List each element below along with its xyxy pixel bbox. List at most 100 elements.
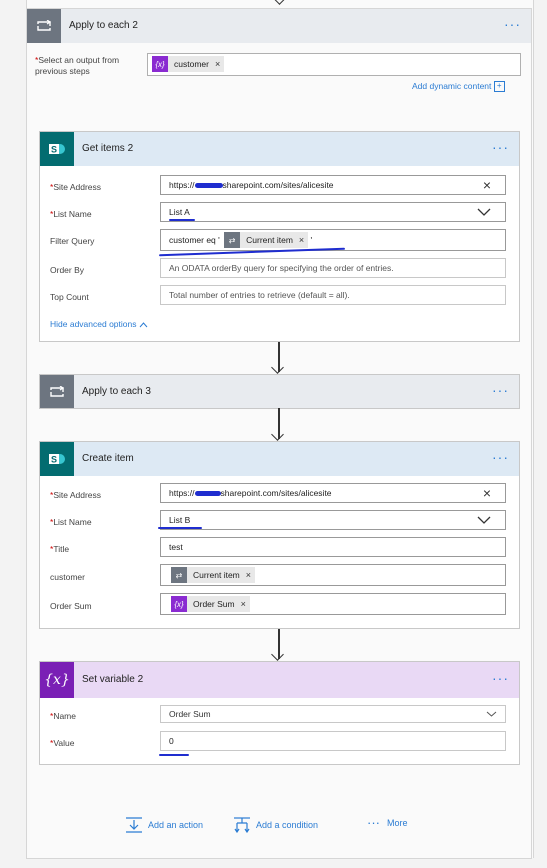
list-name-dropdown[interactable]: List B: [160, 510, 506, 530]
redaction-scribble: [194, 491, 221, 497]
current-item-label: Current item: [193, 570, 240, 580]
loop-icon: [27, 9, 61, 43]
title-label-text: Title: [53, 544, 70, 554]
get-items-2-header[interactable]: S Get items 2 ···: [40, 132, 519, 166]
top-count-label: Top Count: [50, 292, 89, 302]
clear-icon[interactable]: ×: [483, 177, 491, 193]
get-items-2-card: S Get items 2 ··· *Site Address https://…: [39, 131, 520, 342]
name-dropdown[interactable]: Order Sum: [160, 705, 506, 723]
top-count-input[interactable]: Total number of entries to retrieve (def…: [160, 285, 506, 305]
loop-token-icon: ⇄: [171, 567, 187, 583]
add-dynamic-content-link[interactable]: Add dynamic content +: [412, 81, 505, 93]
order-by-input[interactable]: An ODATA orderBy query for specifying th…: [160, 258, 506, 278]
order-sum-input[interactable]: {x} Order Sum ×: [160, 593, 506, 615]
site-suffix: sharepoint.com/sites/alicesite: [222, 180, 334, 190]
set-variable-2-title: Set variable 2: [82, 674, 144, 685]
more-options-icon[interactable]: ···: [492, 671, 509, 685]
loop-icon: [40, 375, 74, 408]
site-prefix: https://: [169, 488, 195, 498]
more-options-icon[interactable]: ···: [492, 140, 509, 154]
customer-label: customer: [50, 572, 85, 582]
add-dynamic-content-label: Add dynamic content: [412, 81, 492, 91]
list-name-label-text: List Name: [53, 517, 92, 527]
create-item-card: S Create item ··· *Site Address https://…: [39, 441, 520, 629]
site-address-label-text: Site Address: [53, 490, 102, 500]
add-an-action-button[interactable]: Add an action: [125, 817, 203, 833]
chevron-down-icon[interactable]: [486, 711, 497, 717]
current-item-token[interactable]: ⇄ Current item ×: [224, 232, 309, 248]
loop-token-icon: ⇄: [224, 232, 241, 248]
get-items-2-title: Get items 2: [82, 143, 134, 154]
apply-to-each-3-card[interactable]: Apply to each 3 ···: [39, 374, 520, 409]
site-address-input[interactable]: https:// sharepoint.com/sites/alicesite ×: [160, 175, 506, 195]
clear-icon[interactable]: ×: [483, 485, 491, 501]
apply-to-each-3-title: Apply to each 3: [82, 386, 151, 397]
annotation-underline: [158, 527, 202, 529]
set-variable-2-header[interactable]: {x} Set variable 2 ···: [40, 662, 519, 698]
list-name-label: *List Name: [50, 517, 92, 527]
title-input[interactable]: test: [160, 537, 506, 557]
more-label: More: [387, 818, 408, 828]
order-by-label: Order By: [50, 265, 85, 275]
create-item-title: Create item: [82, 453, 134, 464]
add-an-action-label: Add an action: [148, 820, 204, 830]
hide-advanced-options-link[interactable]: Hide advanced options: [50, 319, 148, 329]
redaction-scribble: [194, 183, 223, 189]
select-output-label-text: Select an output from previous steps: [35, 55, 120, 76]
customer-input[interactable]: ⇄ Current item ×: [160, 564, 506, 586]
more-options-icon[interactable]: ···: [492, 383, 509, 397]
value-label-text: Value: [53, 738, 75, 748]
plus-box-icon: +: [493, 81, 505, 93]
apply-to-each-2-title: Apply to each 2: [69, 20, 138, 31]
site-address-label: *Site Address: [50, 182, 102, 192]
remove-token-icon[interactable]: ×: [299, 235, 304, 245]
list-name-dropdown[interactable]: List A: [160, 202, 506, 222]
svg-text:S: S: [51, 145, 57, 155]
name-label-text: Name: [53, 711, 76, 721]
more-options-icon[interactable]: ···: [504, 17, 521, 31]
site-address-label: *Site Address: [50, 490, 102, 500]
filter-query-end: ': [310, 235, 313, 245]
add-condition-icon: [234, 817, 250, 833]
site-address-input[interactable]: https:// sharepoint.com/sites/alicesite ×: [160, 483, 506, 503]
more-options-icon[interactable]: ···: [492, 450, 509, 464]
chevron-down-icon[interactable]: [477, 516, 491, 524]
remove-token-icon[interactable]: ×: [246, 570, 251, 580]
annotation-underline: [169, 219, 195, 221]
variable-icon: {x}: [40, 662, 74, 698]
order-sum-token[interactable]: {x} Order Sum ×: [171, 596, 250, 612]
create-item-header[interactable]: S Create item ···: [40, 442, 519, 476]
site-address-label-text: Site Address: [53, 182, 102, 192]
remove-token-icon[interactable]: ×: [215, 59, 220, 69]
current-item-token[interactable]: ⇄ Current item ×: [171, 567, 256, 583]
customer-token[interactable]: {x} customer ×: [152, 56, 225, 72]
value-input[interactable]: 0: [160, 731, 506, 751]
list-name-value: List A: [169, 207, 190, 217]
chevron-down-icon[interactable]: [477, 208, 491, 216]
remove-token-icon[interactable]: ×: [241, 599, 246, 609]
customer-token-label: customer: [174, 59, 209, 69]
name-value: Order Sum: [169, 709, 211, 719]
apply-to-each-2-header[interactable]: Apply to each 2 ···: [27, 9, 531, 43]
list-name-label: *List Name: [50, 209, 92, 219]
more-button[interactable]: ··· More: [367, 815, 408, 830]
connector-arrow-1: [278, 342, 280, 372]
svg-text:S: S: [51, 455, 57, 465]
site-suffix: sharepoint.com/sites/alicesite: [220, 488, 332, 498]
list-name-label-text: List Name: [53, 209, 92, 219]
order-sum-label: Order Sum: [50, 601, 92, 611]
set-variable-2-card: {x} Set variable 2 ··· *Name Order Sum *…: [39, 661, 520, 765]
select-output-input[interactable]: {x} customer ×: [147, 53, 521, 76]
site-prefix: https://: [169, 180, 195, 190]
connector-arrow-2: [278, 408, 280, 439]
title-label: *Title: [50, 544, 70, 554]
more-dots-icon: ···: [367, 815, 380, 830]
sharepoint-icon: S: [40, 442, 74, 476]
expression-icon: {x}: [171, 596, 187, 612]
add-a-condition-label: Add a condition: [256, 820, 319, 830]
expression-icon: {x}: [152, 56, 168, 72]
value-label: *Value: [50, 738, 75, 748]
filter-query-label: Filter Query: [50, 236, 95, 246]
add-a-condition-button[interactable]: Add a condition: [233, 817, 318, 833]
list-name-value: List B: [169, 515, 191, 525]
